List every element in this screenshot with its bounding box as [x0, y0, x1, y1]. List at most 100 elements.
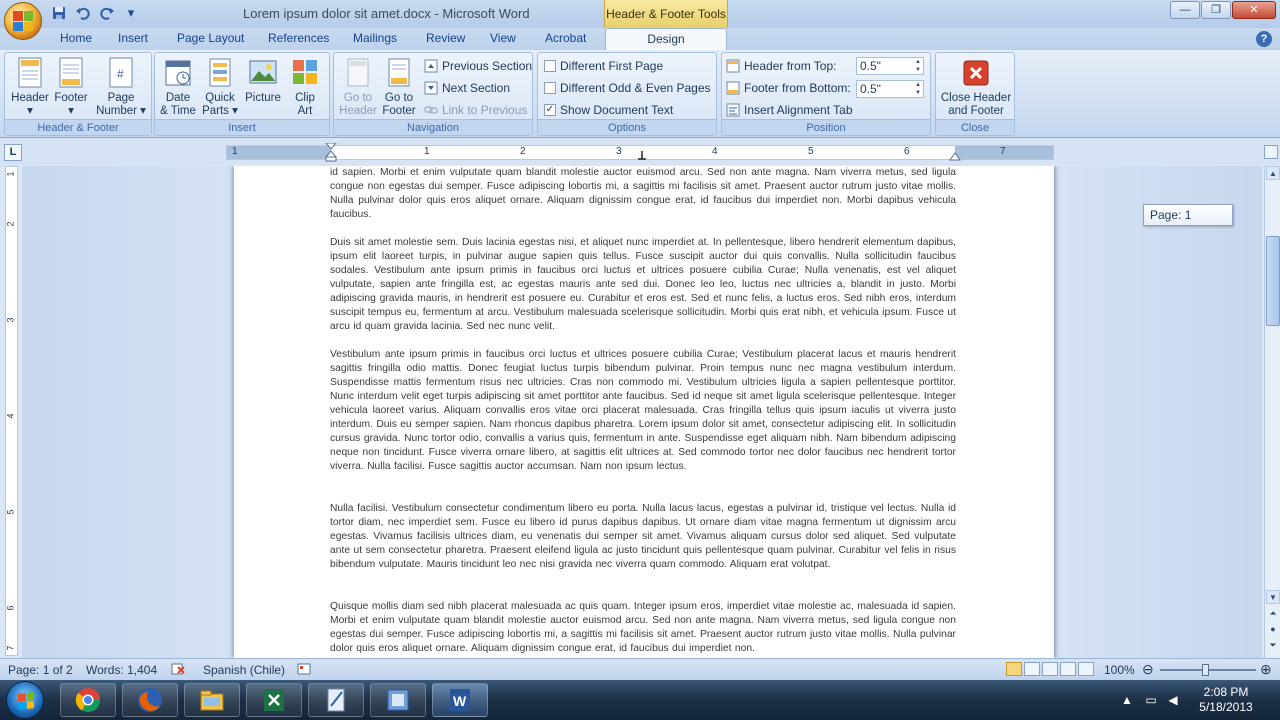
web-layout-icon[interactable]: [1042, 662, 1058, 676]
clip-art-button[interactable]: Clip Art: [285, 57, 325, 118]
save-icon[interactable]: [50, 5, 68, 21]
insert-alignment-tab-button[interactable]: Insert Alignment Tab: [726, 103, 853, 117]
network-icon[interactable]: ▭: [1144, 693, 1158, 707]
chrome-icon[interactable]: [60, 683, 116, 717]
zoom-level[interactable]: 100%: [1104, 663, 1135, 677]
date-time-button[interactable]: Date & Time: [159, 57, 197, 118]
undo-icon[interactable]: [74, 5, 92, 21]
different-first-page-option[interactable]: Different First Page: [544, 59, 663, 73]
footer-button[interactable]: Footer ▾: [51, 57, 91, 118]
left-margin-area: [227, 146, 331, 159]
zoom-in-icon[interactable]: ⊕: [1260, 661, 1272, 678]
vertical-scrollbar[interactable]: ▲ ▼ ⏶ ● ⏷: [1264, 166, 1280, 658]
document-page[interactable]: id sapien. Morbi et enim vulputate quam …: [234, 166, 1054, 658]
tab-home[interactable]: Home: [60, 31, 92, 45]
scroll-down-icon[interactable]: ▼: [1266, 590, 1280, 604]
tab-references[interactable]: References: [268, 31, 329, 45]
zoom-slider[interactable]: [1160, 664, 1256, 676]
draft-icon[interactable]: [1078, 662, 1094, 676]
different-odd-even-option[interactable]: Different Odd & Even Pages: [544, 81, 711, 95]
office-button[interactable]: [4, 2, 42, 40]
proofing-icon[interactable]: [170, 661, 186, 680]
close-icon[interactable]: ✕: [1232, 1, 1276, 19]
checkbox-different-first-page[interactable]: [544, 60, 556, 72]
tab-selector[interactable]: L: [4, 144, 22, 161]
browse-object-icon[interactable]: ●: [1266, 622, 1280, 636]
outline-icon[interactable]: [1060, 662, 1076, 676]
picture-button[interactable]: Picture: [243, 57, 283, 105]
word-icon[interactable]: W: [432, 683, 488, 717]
vruler-number: 7: [5, 645, 16, 651]
excel-icon[interactable]: [246, 683, 302, 717]
page-count[interactable]: Page: 1 of 2: [8, 663, 73, 677]
go-to-header-icon: [343, 57, 373, 89]
next-section-button[interactable]: Next Section: [424, 81, 510, 95]
link-to-previous-button[interactable]: Link to Previous: [424, 103, 527, 117]
previous-section-button[interactable]: Previous Section: [424, 59, 532, 73]
ribbon: Header ▾ Footer ▾ # Page Number ▾ Header &…: [0, 50, 1280, 138]
page-number-button[interactable]: # Page Number ▾: [95, 57, 147, 118]
document-paragraph[interactable]: Duis sit amet molestie sem. Duis lacinia…: [330, 236, 956, 334]
horizontal-ruler[interactable]: 1 1 2 3 4 5 6 7: [226, 143, 1054, 163]
view-ruler-icon[interactable]: [1264, 145, 1278, 159]
volume-icon[interactable]: ◀: [1166, 693, 1180, 707]
header-position-icon: [726, 59, 740, 73]
go-to-header-button[interactable]: Go to Header: [338, 57, 378, 118]
help-icon[interactable]: ?: [1256, 31, 1272, 47]
document-paragraph[interactable]: id sapien. Morbi et enim vulputate quam …: [330, 166, 956, 222]
group-label: Header & Footer: [5, 119, 151, 135]
word-count[interactable]: Words: 1,404: [86, 663, 157, 677]
right-indent-icon[interactable]: [949, 149, 961, 161]
redo-icon[interactable]: [98, 5, 116, 21]
quick-parts-button[interactable]: Quick Parts ▾: [199, 57, 241, 118]
header-from-top-input[interactable]: 0.5": [856, 57, 924, 75]
macro-icon[interactable]: [296, 661, 312, 680]
header-button[interactable]: Header ▾: [9, 57, 51, 118]
tab-insert[interactable]: Insert: [118, 31, 148, 45]
language-status[interactable]: Spanish (Chile): [203, 663, 285, 677]
show-hidden-icons-icon[interactable]: ▲: [1120, 693, 1134, 707]
next-page-icon[interactable]: ⏷: [1266, 638, 1280, 652]
tab-page-layout[interactable]: Page Layout: [177, 31, 244, 45]
close-header-footer-button[interactable]: Close Header and Footer: [938, 57, 1014, 118]
ruler-number: 4: [712, 146, 718, 157]
go-to-footer-button[interactable]: Go to Footer: [378, 57, 420, 118]
scroll-up-icon[interactable]: ▲: [1266, 166, 1280, 180]
vertical-ruler[interactable]: 1 2 3 4 5 6 7: [5, 166, 18, 656]
checkbox-different-odd-even[interactable]: [544, 82, 556, 94]
scrollbar-thumb[interactable]: [1266, 236, 1280, 326]
full-screen-reading-icon[interactable]: [1024, 662, 1040, 676]
notepad-icon[interactable]: [308, 683, 364, 717]
group-navigation: Go to Header Go to Footer Previous Secti…: [333, 52, 533, 136]
previous-section-icon: [424, 59, 438, 73]
footer-from-bottom-input[interactable]: 0.5": [856, 80, 924, 98]
center-tab-icon[interactable]: [637, 151, 647, 161]
indent-marker-icon[interactable]: [325, 143, 337, 163]
print-layout-icon[interactable]: [1006, 662, 1022, 676]
alignment-tab-icon: [726, 103, 740, 117]
previous-page-icon[interactable]: ⏶: [1266, 606, 1280, 620]
document-paragraph[interactable]: Vestibulum ante ipsum primis in faucibus…: [330, 348, 956, 474]
document-area[interactable]: id sapien. Morbi et enim vulputate quam …: [22, 166, 1262, 658]
maximize-icon[interactable]: ❐: [1201, 1, 1231, 19]
start-button[interactable]: [6, 681, 44, 719]
clip-art-icon: [290, 57, 320, 89]
tab-view[interactable]: View: [490, 31, 516, 45]
tab-design[interactable]: Design: [605, 28, 727, 51]
link-icon: [424, 103, 438, 117]
document-paragraph[interactable]: Quisque mollis diam sed nibh placerat ma…: [330, 600, 956, 656]
media-icon[interactable]: [370, 683, 426, 717]
explorer-icon[interactable]: [184, 683, 240, 717]
clock[interactable]: 2:08 PM 5/18/2013: [1196, 685, 1256, 715]
zoom-out-icon[interactable]: ⊖: [1142, 661, 1154, 678]
tab-review[interactable]: Review: [426, 31, 465, 45]
customize-icon[interactable]: ▾: [122, 5, 140, 21]
minimize-icon[interactable]: —: [1170, 1, 1200, 19]
tab-acrobat[interactable]: Acrobat: [545, 31, 586, 45]
document-paragraph[interactable]: Nulla facilisi. Vestibulum consectetur c…: [330, 502, 956, 572]
zoom-slider-knob[interactable]: [1202, 664, 1209, 676]
firefox-icon[interactable]: [122, 683, 178, 717]
checkbox-show-document-text[interactable]: ✓: [544, 104, 556, 116]
tab-mailings[interactable]: Mailings: [353, 31, 397, 45]
show-document-text-option[interactable]: ✓ Show Document Text: [544, 103, 673, 117]
